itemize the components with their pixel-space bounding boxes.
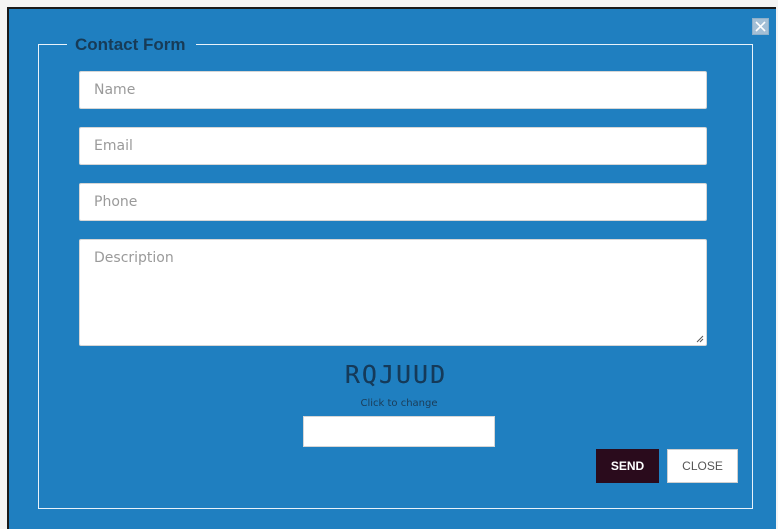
email-input[interactable]: Email [79,127,707,165]
description-textarea[interactable]: Description [79,239,707,346]
contact-modal: Contact Form Name Email Phone Descriptio… [7,7,776,529]
resize-grip-icon[interactable] [696,335,704,343]
description-placeholder: Description [94,250,174,266]
form-legend: Contact Form [67,34,196,56]
email-placeholder: Email [94,138,133,154]
screen: Contact Form Name Email Phone Descriptio… [0,0,778,529]
name-input[interactable]: Name [79,71,707,109]
send-button[interactable]: SEND [596,449,659,483]
captcha-change-link[interactable]: Click to change [339,398,459,409]
close-x-icon[interactable] [752,18,769,35]
close-button[interactable]: CLOSE [667,449,738,483]
phone-input[interactable]: Phone [79,183,707,221]
captcha-image[interactable]: RQJUUD [316,360,476,390]
name-placeholder: Name [94,82,136,98]
phone-placeholder: Phone [94,194,138,210]
captcha-input[interactable] [303,416,495,447]
